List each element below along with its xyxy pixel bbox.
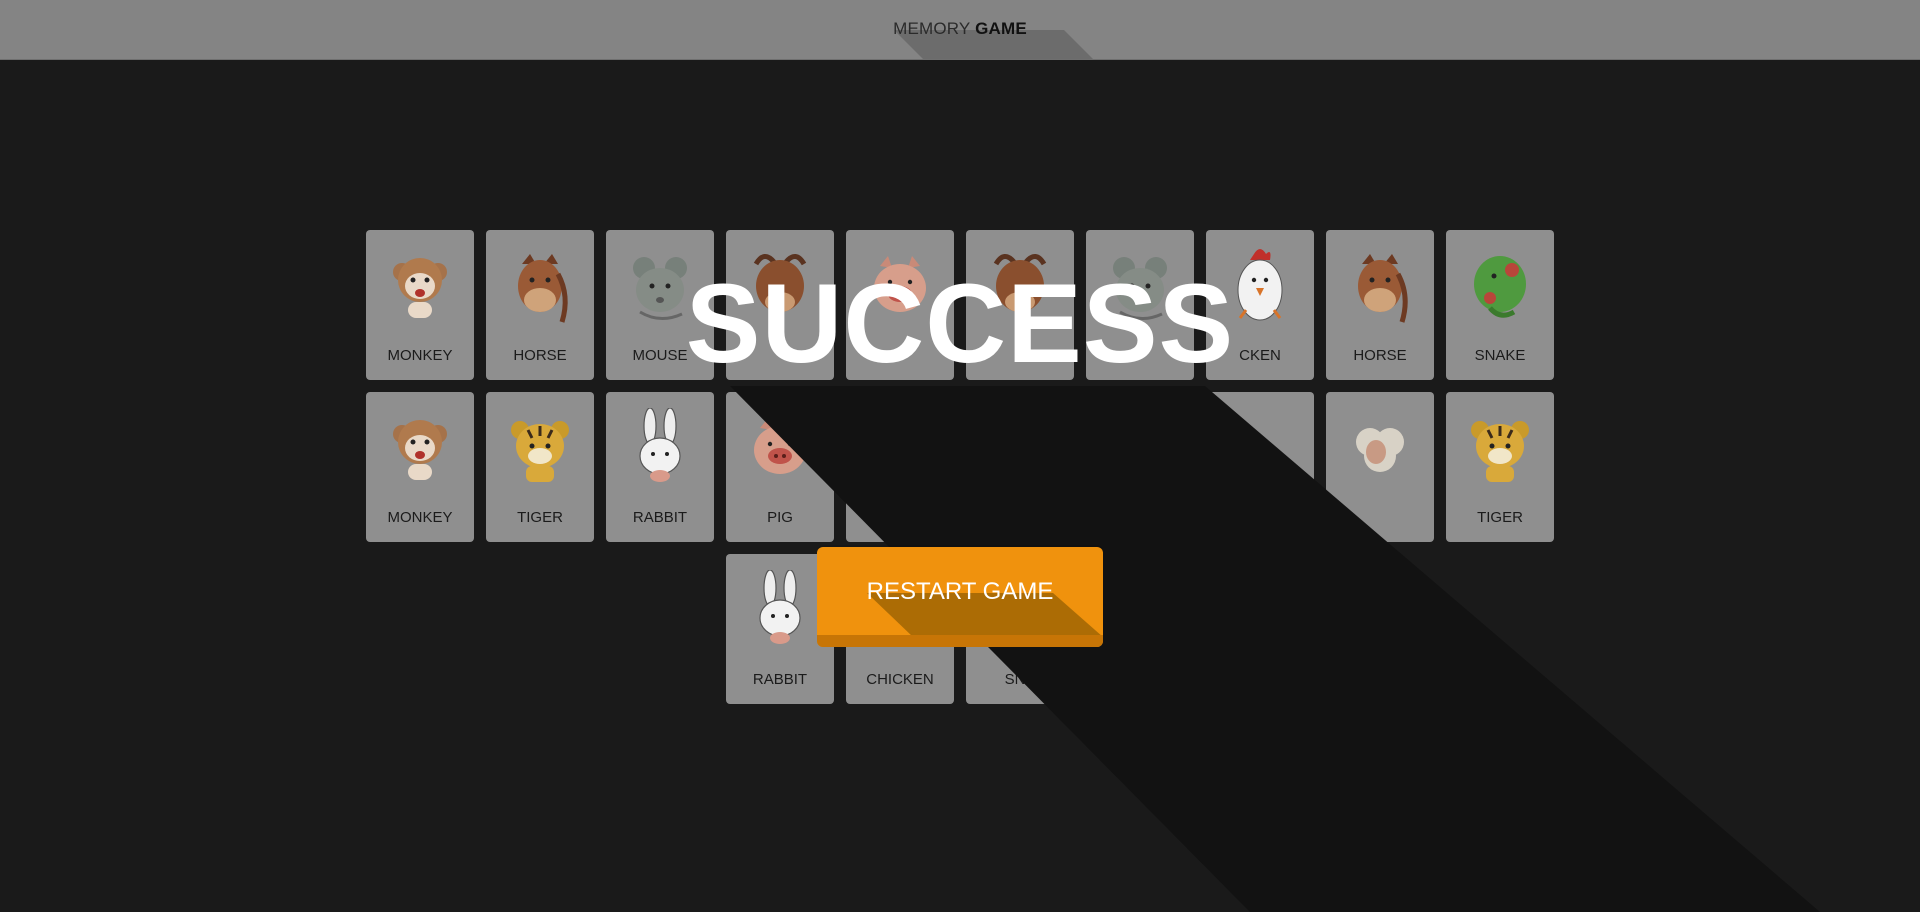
page-title-bold: GAME	[975, 19, 1027, 38]
restart-game-button[interactable]: RESTART GAME	[817, 547, 1103, 647]
header-bar: MEMORY GAME	[0, 0, 1920, 60]
memory-card[interactable]	[1206, 392, 1314, 542]
memory-card[interactable]	[966, 392, 1074, 542]
card-label: SNA	[1004, 671, 1036, 688]
memory-card[interactable]	[1326, 392, 1434, 542]
memory-card[interactable]	[846, 392, 954, 542]
memory-card[interactable]	[1086, 392, 1194, 542]
card-label: PIG	[767, 509, 793, 526]
memory-card[interactable]: TIGER	[1446, 392, 1554, 542]
memory-card[interactable]: PIG	[726, 392, 834, 542]
page-title-light: MEMORY	[893, 19, 971, 38]
memory-card[interactable]: MONKEY	[366, 392, 474, 542]
rabbit-icon	[639, 408, 681, 482]
success-message: SUCCESS	[685, 261, 1235, 386]
card-label: RABBIT	[632, 509, 688, 526]
card-label: CHICKEN	[866, 671, 934, 688]
monkey-icon	[393, 420, 447, 480]
restart-button-edge	[817, 635, 1103, 647]
tiger-icon	[1471, 421, 1529, 482]
card-label: TIGER	[1477, 509, 1523, 526]
memory-card[interactable]: RABBIT	[606, 392, 714, 542]
page-title: MEMORY GAME	[0, 19, 1920, 39]
rabbit-icon	[759, 570, 801, 644]
card-label: RABBIT	[752, 671, 808, 688]
tiger-icon	[511, 421, 569, 482]
memory-card[interactable]: TIGER	[486, 392, 594, 542]
card-label: MONKEY	[387, 509, 453, 526]
sheep-icon	[1356, 428, 1404, 472]
card-grid: MONKEY HORSE MOUSE CKEN HORSE SNAKE MONKEY TIGE…	[0, 0, 1920, 912]
pig-icon	[754, 418, 806, 474]
restart-game-label: RESTART GAME	[866, 578, 1054, 605]
card-label: TIGER	[517, 509, 563, 526]
